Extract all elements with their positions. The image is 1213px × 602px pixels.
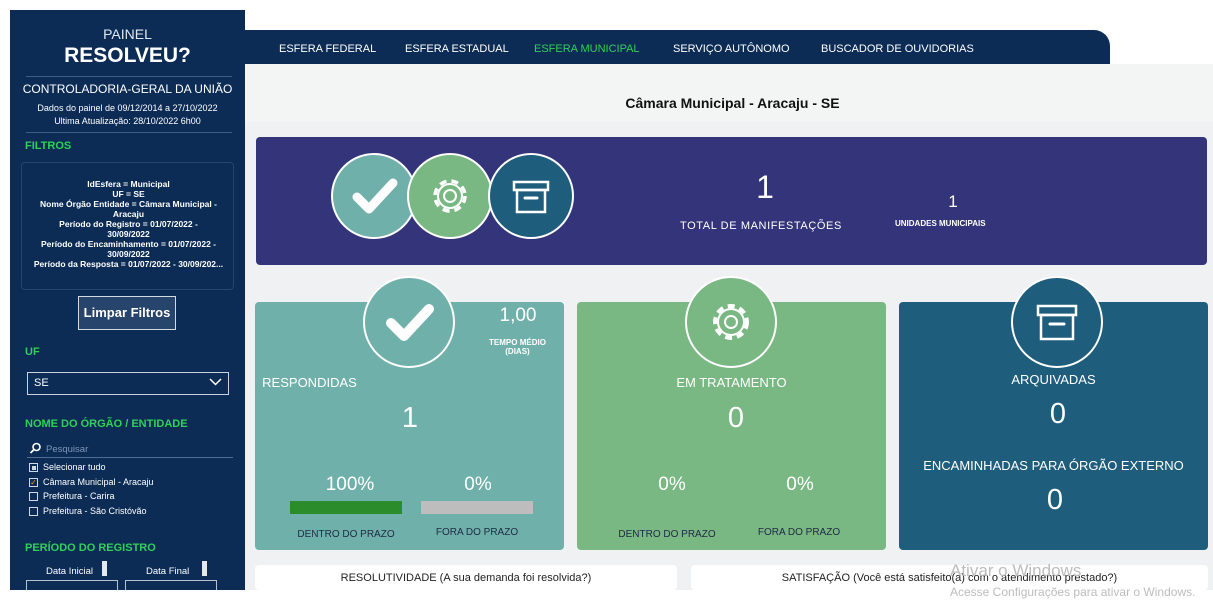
checkbox-label: Selecionar tudo [43, 462, 106, 472]
respondidas-value: 1 [401, 402, 419, 434]
total-manifestacoes-value: 1 [756, 169, 774, 205]
date-slider-handle[interactable] [102, 561, 107, 576]
clear-filters-button[interactable]: Limpar Filtros [78, 296, 176, 330]
filter-line: IdEsfera = Municipal [87, 179, 170, 189]
tratamento-out-label: FORA DO PRAZO [757, 527, 841, 538]
tratamento-in-pct: 0% [658, 474, 686, 495]
check-icon [331, 153, 417, 239]
arquivadas-title: ARQUIVADAS [1011, 372, 1096, 387]
in-deadline-bar-fill [290, 501, 402, 514]
org-search-input[interactable]: Pesquisar [27, 442, 233, 458]
uf-label: UF [25, 346, 40, 358]
tratamento-out-pct: 0% [786, 474, 814, 495]
divider [26, 132, 232, 133]
checkbox-label: Prefeitura - Carira [43, 491, 115, 501]
select-all-checkbox[interactable]: Selecionar tudo [27, 460, 233, 475]
active-filters-box: IdEsfera = Municipal UF = SE Nome Órgão … [21, 162, 234, 290]
filter-line: Nome Órgão Entidade = Câmara Municipal - [40, 199, 217, 209]
gear-icon [685, 276, 777, 368]
tab-buscador-ouvidorias[interactable]: BUSCADOR DE OUVIDORIAS [821, 43, 974, 55]
avg-time-value: 1,00 [499, 305, 537, 326]
panel-title-top: PAINEL [103, 26, 152, 42]
tab-esfera-municipal[interactable]: ESFERA MUNICIPAL [534, 43, 640, 55]
out-deadline-label: FORA DO PRAZO [435, 527, 519, 538]
unidades-municipais-label: UNIDADES MUNICIPAIS [895, 219, 986, 228]
page-title: Câmara Municipal - Aracaju - SE [625, 95, 840, 111]
org-name: CONTROLADORIA-GERAL DA UNIÃO [22, 82, 233, 96]
sphere-tabs: ESFERA FEDERAL ESFERA ESTADUAL ESFERA MU… [245, 30, 1110, 64]
tab-esfera-estadual[interactable]: ESFERA ESTADUAL [405, 43, 509, 55]
archive-box-icon [488, 153, 574, 239]
org-filter-label: NOME DO ÓRGÃO / ENTIDADE [25, 418, 188, 430]
tratamento-title: EM TRATAMENTO [676, 375, 787, 390]
uf-select-value: SE [34, 377, 49, 389]
windows-activation-subtext: Acesse Configurações para ativar o Windo… [950, 585, 1196, 599]
archive-box-icon [1011, 276, 1103, 368]
checkbox-partial-icon [29, 463, 38, 472]
avg-time-label-line: TEMPO MÉDIO [489, 338, 546, 347]
checkbox-empty-icon [29, 492, 38, 501]
filter-line: Aracaju [112, 209, 145, 219]
gear-icon [407, 153, 493, 239]
panel-title-main: RESOLVEU? [64, 44, 191, 67]
org-checkbox-carira[interactable]: Prefeitura - Carira [27, 489, 233, 504]
filter-line: Período do Registro = 01/07/2022 - [59, 219, 198, 229]
encaminhadas-title: ENCAMINHADAS PARA ÓRGÃO EXTERNO [923, 458, 1184, 473]
date-end-input[interactable] [125, 580, 217, 590]
date-start-label: Data Inicial [46, 566, 93, 577]
tratamento-in-label: DENTRO DO PRAZO [618, 529, 716, 540]
windows-activation-watermark: Ativar o Windows [950, 561, 1082, 580]
arquivadas-value: 0 [1049, 398, 1067, 430]
out-deadline-pct: 0% [464, 474, 492, 495]
divider [26, 76, 232, 77]
filter-line: 30/09/2022 [107, 249, 150, 259]
last-update-text: Ultima Atualização: 28/10/2022 6h00 [54, 116, 201, 126]
in-deadline-pct: 100% [325, 474, 375, 495]
data-range-text: Dados do painel de 09/12/2014 a 27/10/20… [37, 103, 218, 113]
out-deadline-bar [421, 501, 533, 514]
date-end-label: Data Final [146, 566, 190, 577]
total-manifestacoes-label: TOTAL DE MANIFESTAÇÕES [680, 220, 842, 232]
check-icon [363, 276, 455, 368]
filter-line: Período da Resposta = 01/07/2022 - 30/09… [33, 259, 224, 269]
tratamento-value: 0 [727, 402, 745, 434]
date-slider-handle[interactable] [202, 561, 207, 576]
org-checkbox-list: Selecionar tudo ✓ Câmara Municipal - Arac… [27, 460, 233, 518]
search-icon [29, 442, 42, 460]
filter-line: UF = SE [112, 189, 145, 199]
checkbox-label: Prefeitura - São Cristóvão [43, 505, 147, 516]
filter-line: Período do Encaminhamento = 01/07/2022 - [40, 239, 217, 249]
in-deadline-label: DENTRO DO PRAZO [297, 529, 395, 540]
in-deadline-bar [290, 501, 402, 514]
filters-label: FILTROS [25, 140, 72, 152]
avg-time-label-line: (DIAS) [505, 347, 530, 356]
tab-servico-autonomo[interactable]: SERVIÇO AUTÔNOMO [673, 43, 790, 55]
tab-esfera-federal[interactable]: ESFERA FEDERAL [279, 43, 376, 55]
period-label: PERÍODO DO REGISTRO [25, 542, 156, 554]
date-start-input[interactable] [26, 580, 118, 590]
checkbox-label: Câmara Municipal - Aracaju [43, 476, 154, 487]
checkbox-empty-icon [29, 506, 38, 516]
respondidas-title: RESPONDIDAS [262, 375, 357, 390]
filter-line: 30/09/2022 [107, 229, 150, 239]
dashboard: PAINEL RESOLVEU? CONTROLADORIA-GERAL DA … [0, 0, 1213, 602]
unidades-municipais-value: 1 [948, 192, 958, 211]
checkmark-icon: ✓ [29, 477, 38, 487]
search-placeholder: Pesquisar [46, 444, 89, 455]
title-band [245, 64, 1213, 122]
org-checkbox-sao-cristovao[interactable]: Prefeitura - São Cristóvão [27, 504, 233, 519]
org-checkbox-camara-aracaju[interactable]: ✓ Câmara Municipal - Aracaju [27, 475, 233, 490]
active-filters-text: IdEsfera = Municipal UF = SE Nome Órgão … [22, 179, 235, 269]
sidebar: PAINEL RESOLVEU? CONTROLADORIA-GERAL DA … [10, 10, 245, 590]
encaminhadas-value: 0 [1046, 484, 1064, 516]
avg-time-label: TEMPO MÉDIO (DIAS) [475, 338, 560, 356]
resolutividade-header: RESOLUTIVIDADE (A sua demanda foi resolv… [255, 565, 677, 590]
